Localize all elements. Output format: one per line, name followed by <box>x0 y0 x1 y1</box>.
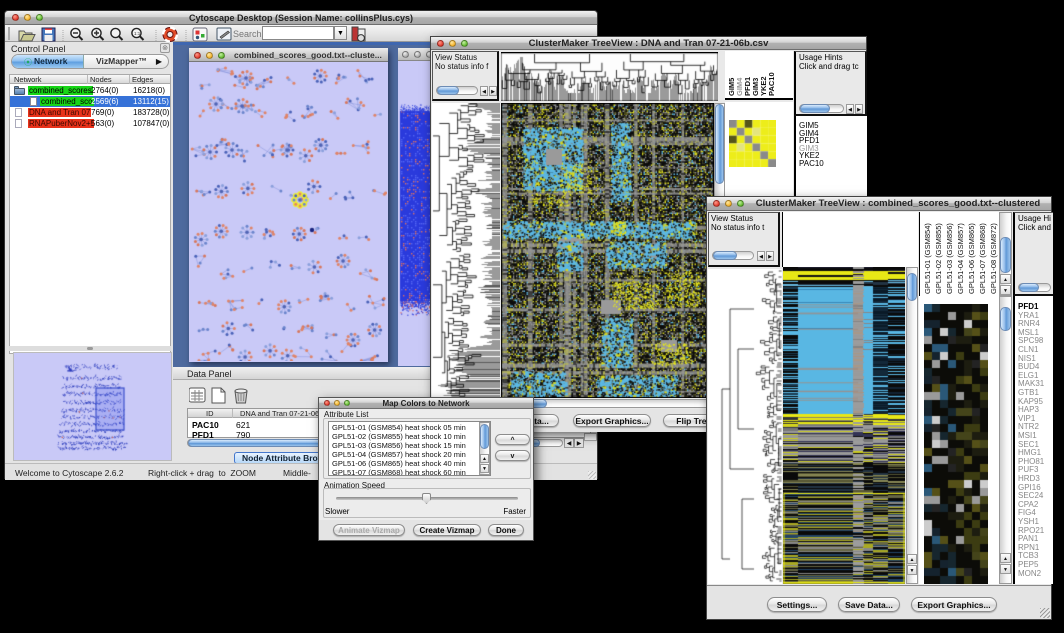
svg-text:1:1: 1:1 <box>134 31 141 36</box>
